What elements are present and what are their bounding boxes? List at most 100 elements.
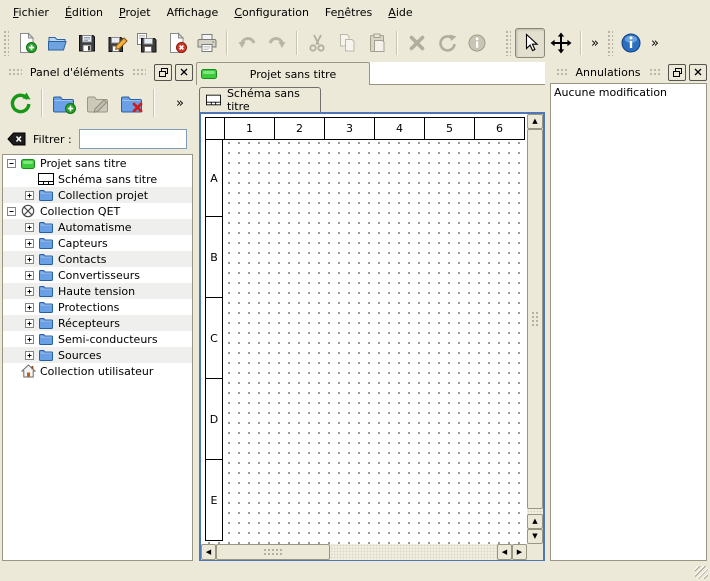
- elements-panel-titlebar[interactable]: Panel d'éléments: [0, 62, 196, 82]
- toolbar-grip[interactable]: [607, 30, 613, 56]
- selection-arrow-icon: [519, 32, 541, 54]
- vertical-scrollbar[interactable]: ▲ ▲ ▼: [527, 114, 543, 544]
- tree-item-label: Capteurs: [58, 237, 108, 250]
- tree-item-automatisme[interactable]: Automatisme: [3, 219, 192, 235]
- tree-item-convertisseurs[interactable]: Convertisseurs: [3, 267, 192, 283]
- float-panel-button[interactable]: [154, 64, 172, 81]
- undo-button[interactable]: [233, 29, 261, 57]
- redo-button[interactable]: [263, 29, 291, 57]
- tree-item-contacts[interactable]: Contacts: [3, 251, 192, 267]
- move-crosshair-icon: [550, 32, 572, 54]
- tree-item-sources[interactable]: Sources: [3, 347, 192, 363]
- dock-grip[interactable]: [649, 68, 660, 76]
- print-button[interactable]: [193, 29, 221, 57]
- dock-grip[interactable]: [556, 68, 567, 76]
- clear-filter-button[interactable]: [7, 132, 26, 146]
- tree-item-capteurs[interactable]: Capteurs: [3, 235, 192, 251]
- select-mode-button[interactable]: [515, 28, 545, 58]
- expand-expander-icon[interactable]: [25, 303, 34, 312]
- schema-canvas[interactable]: 1 2 3 4 5 6 A B C D E: [201, 114, 527, 544]
- expand-expander-icon[interactable]: [25, 223, 34, 232]
- collapse-expander-icon[interactable]: [7, 207, 16, 216]
- open-document-button[interactable]: [43, 29, 71, 57]
- expand-expander-icon[interactable]: [25, 351, 34, 360]
- tree-item-collection-qet[interactable]: Collection QET: [3, 203, 192, 219]
- save-all-button[interactable]: [133, 29, 161, 57]
- scroll-left-button-secondary[interactable]: ◀: [497, 544, 512, 560]
- tree-item-protections[interactable]: Protections: [3, 299, 192, 315]
- scroll-mode-button[interactable]: [547, 29, 575, 57]
- new-document-button[interactable]: [13, 29, 41, 57]
- resize-grip-icon[interactable]: [695, 566, 708, 579]
- close-panel-button[interactable]: [689, 64, 707, 81]
- close-panel-button[interactable]: [175, 64, 193, 81]
- about-qet-button[interactable]: [617, 29, 645, 57]
- menu-projet[interactable]: Projet: [112, 3, 158, 22]
- tree-item-collection-utilisateur[interactable]: Collection utilisateur: [3, 363, 192, 379]
- reload-icon: [7, 90, 33, 116]
- paste-button[interactable]: [363, 29, 391, 57]
- filter-input[interactable]: [79, 129, 187, 149]
- panel-overflow-chevron[interactable]: »: [176, 96, 184, 111]
- menu-edition[interactable]: Édition: [58, 3, 110, 22]
- expand-expander-icon[interactable]: [25, 271, 34, 280]
- toolbar-grip[interactable]: [3, 30, 9, 56]
- scroll-down-button[interactable]: ▼: [527, 529, 543, 544]
- tree-item-schema[interactable]: Schéma sans titre: [3, 171, 192, 187]
- expand-expander-icon[interactable]: [25, 239, 34, 248]
- project-icon: [201, 68, 217, 80]
- menu-fenetres[interactable]: Fenêtres: [318, 3, 379, 22]
- toolbar-overflow-chevron[interactable]: »: [651, 36, 659, 51]
- save-button[interactable]: [73, 29, 101, 57]
- edit-category-button[interactable]: [82, 87, 114, 119]
- dock-grip[interactable]: [8, 68, 22, 76]
- expand-expander-icon[interactable]: [25, 335, 34, 344]
- folder-icon: [38, 332, 54, 346]
- scroll-up-button[interactable]: ▲: [527, 114, 543, 129]
- information-button[interactable]: [463, 29, 491, 57]
- menu-fichier[interactable]: Fichier: [6, 3, 56, 22]
- save-as-button[interactable]: [103, 29, 131, 57]
- delete-category-button[interactable]: [116, 87, 148, 119]
- expand-expander-icon[interactable]: [25, 255, 34, 264]
- tab-schema-sans-titre[interactable]: Schéma sans titre: [199, 87, 321, 112]
- tree-item-project[interactable]: Projet sans titre: [3, 155, 192, 171]
- tree-item-semi-conducteurs[interactable]: Semi-conducteurs: [3, 331, 192, 347]
- delete-button[interactable]: [403, 29, 431, 57]
- collapse-expander-icon[interactable]: [7, 159, 16, 168]
- elements-tree: Projet sans titre Schéma sans titre Coll…: [2, 154, 193, 561]
- menu-affichage[interactable]: Affichage: [160, 3, 226, 22]
- copy-button[interactable]: [333, 29, 361, 57]
- scroll-up-button-secondary[interactable]: ▲: [527, 514, 543, 529]
- new-folder-icon: [51, 90, 77, 116]
- expand-expander-icon[interactable]: [25, 191, 34, 200]
- float-panel-button[interactable]: [668, 64, 686, 81]
- schema-icon: [38, 172, 54, 186]
- reload-collections-button[interactable]: [4, 87, 36, 119]
- tab-projet-sans-titre[interactable]: Projet sans titre: [196, 62, 370, 85]
- dock-grip[interactable]: [132, 68, 146, 76]
- undo-history-list[interactable]: Aucune modification: [550, 83, 707, 561]
- expand-expander-icon[interactable]: [25, 319, 34, 328]
- menu-aide[interactable]: Aide: [381, 3, 419, 22]
- vertical-scroll-thumb[interactable]: [527, 129, 543, 509]
- scroll-left-button[interactable]: ◀: [201, 544, 216, 560]
- menu-configuration[interactable]: Configuration: [227, 3, 316, 22]
- horizontal-scroll-thumb[interactable]: [216, 544, 330, 560]
- new-category-button[interactable]: [48, 87, 80, 119]
- toolbar-overflow-chevron[interactable]: »: [591, 36, 599, 51]
- cut-button[interactable]: [303, 29, 331, 57]
- horizontal-scrollbar[interactable]: ◀ ◀ ▶: [201, 544, 527, 560]
- ruler-row: D: [206, 378, 222, 459]
- diagram-view: 1 2 3 4 5 6 A B C D E ▲ ▲ ▼ ◀ ◀: [199, 112, 545, 562]
- tree-item-collection-projet[interactable]: Collection projet: [3, 187, 192, 203]
- column-ruler: 1 2 3 4 5 6: [205, 117, 525, 140]
- close-file-button[interactable]: [163, 29, 191, 57]
- tree-item-haute-tension[interactable]: Haute tension: [3, 283, 192, 299]
- tree-item-recepteurs[interactable]: Récepteurs: [3, 315, 192, 331]
- scroll-right-button[interactable]: ▶: [512, 544, 527, 560]
- toolbar-grip[interactable]: [505, 30, 511, 56]
- rotate-button[interactable]: [433, 29, 461, 57]
- undo-panel-titlebar[interactable]: Annulations: [548, 62, 710, 82]
- expand-expander-icon[interactable]: [25, 287, 34, 296]
